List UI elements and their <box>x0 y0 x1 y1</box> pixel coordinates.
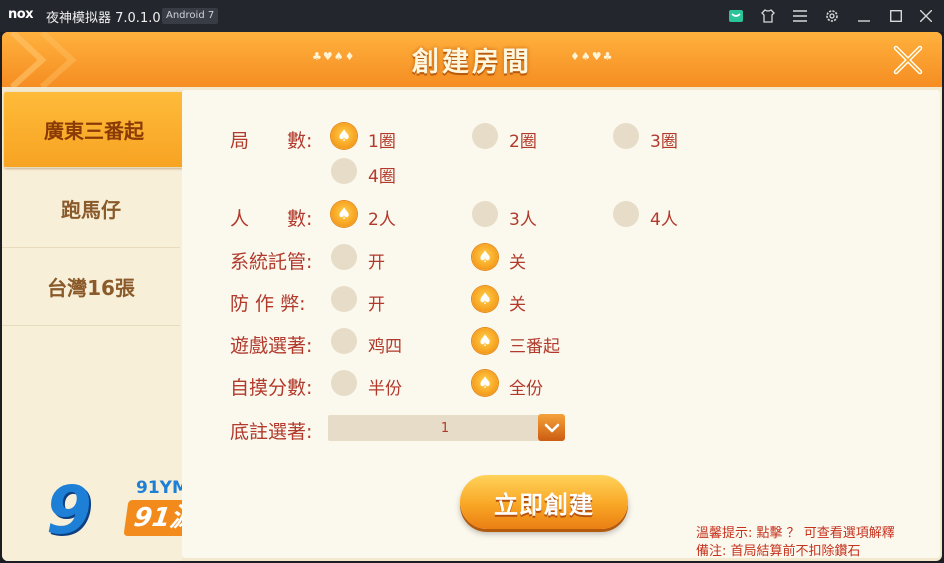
players-radio-2[interactable] <box>331 201 357 228</box>
game-choice-option-sanfanqi: 三番起 <box>509 337 560 357</box>
tab-paomazai[interactable]: 跑馬仔 <box>2 170 180 248</box>
emulator-title-bar: nox 夜神模拟器 7.0.1.0 Android 7 <box>0 0 944 32</box>
store-icon[interactable] <box>726 6 746 26</box>
minimize-icon[interactable] <box>854 6 874 26</box>
rounds-label: 局 數: <box>230 130 313 152</box>
anti-cheat-option-off: 关 <box>509 295 526 315</box>
anti-cheat-radio-on[interactable] <box>331 286 357 312</box>
shirt-icon[interactable] <box>758 6 778 26</box>
gear-icon[interactable] <box>822 6 842 26</box>
tab-taiwan-16[interactable]: 台灣16張 <box>2 248 180 326</box>
close-dialog-button[interactable] <box>888 40 928 80</box>
android-version-badge: Android 7 <box>162 8 219 24</box>
window-title: 夜神模拟器 7.0.1.0 <box>46 11 161 26</box>
anti-cheat-option-on: 开 <box>368 295 385 315</box>
self-draw-option-full: 全份 <box>509 379 543 399</box>
rounds-option-2: 2圈 <box>509 132 537 152</box>
players-label: 人 數: <box>230 208 313 230</box>
rounds-radio-3[interactable] <box>613 123 639 149</box>
game-choice-radio-jisi[interactable] <box>331 328 357 354</box>
chevron-down-icon <box>544 423 559 432</box>
players-radio-4[interactable] <box>613 201 639 227</box>
create-room-button[interactable]: 立即創建 <box>460 475 628 529</box>
auto-play-radio-off[interactable] <box>472 244 498 271</box>
room-settings-panel: 局 數: 1圈 2圈 3圈 4圈 人 數: 2人 3人 4人 系統託管: 开 关… <box>182 90 940 559</box>
auto-play-option-off: 关 <box>509 253 526 273</box>
rounds-option-1: 1圈 <box>368 132 396 152</box>
game-screen: ♣♥♠♦ 創建房間 ♦♠♥♣ 廣東三番起 跑馬仔 台灣16張 9 91YM.NE… <box>2 32 942 561</box>
game-choice-option-jisi: 鸡四 <box>368 337 402 357</box>
watermark-logo: 9 <box>46 472 92 549</box>
auto-play-radio-on[interactable] <box>331 244 357 270</box>
self-draw-label: 自摸分數: <box>230 377 313 399</box>
base-bet-select[interactable]: 1 <box>328 415 562 441</box>
game-choice-label: 遊戲選著: <box>230 335 313 357</box>
suits-decoration-right: ♦♠♥♣ <box>570 50 614 63</box>
anti-cheat-label: 防 作 弊: <box>230 293 306 315</box>
rounds-radio-1[interactable] <box>331 123 357 150</box>
close-icon[interactable] <box>916 6 936 26</box>
menu-icon[interactable] <box>790 6 810 26</box>
rounds-option-3: 3圈 <box>650 132 678 152</box>
players-option-3: 3人 <box>509 210 537 230</box>
base-bet-dropdown-button[interactable] <box>538 414 565 441</box>
close-cross-icon <box>893 45 923 75</box>
maximize-icon[interactable] <box>886 6 906 26</box>
players-option-2: 2人 <box>368 210 396 230</box>
self-draw-radio-full[interactable] <box>472 370 498 397</box>
auto-play-option-on: 开 <box>368 253 385 273</box>
rounds-option-4: 4圈 <box>368 167 396 187</box>
dialog-header: ♣♥♠♦ 創建房間 ♦♠♥♣ <box>2 32 942 87</box>
page-title: 創建房間 <box>412 47 532 78</box>
auto-play-label: 系統託管: <box>230 251 313 273</box>
base-bet-label: 底註選著: <box>230 421 313 443</box>
tab-guangdong-sanfanqi[interactable]: 廣東三番起 <box>4 92 184 168</box>
anti-cheat-radio-off[interactable] <box>472 286 498 313</box>
remark-text: 備注: 首局結算前不扣除鑽石 <box>696 544 861 559</box>
rounds-radio-2[interactable] <box>472 123 498 149</box>
game-choice-radio-sanfanqi[interactable] <box>472 328 498 355</box>
self-draw-option-half: 半份 <box>368 379 402 399</box>
players-option-4: 4人 <box>650 210 678 230</box>
hint-text: 溫馨提示: 點擊 ？ 可查看選項解釋 <box>696 526 895 541</box>
nox-logo: nox <box>8 7 34 22</box>
self-draw-radio-half[interactable] <box>331 370 357 396</box>
rounds-radio-4[interactable] <box>331 158 357 184</box>
players-radio-3[interactable] <box>472 201 498 227</box>
